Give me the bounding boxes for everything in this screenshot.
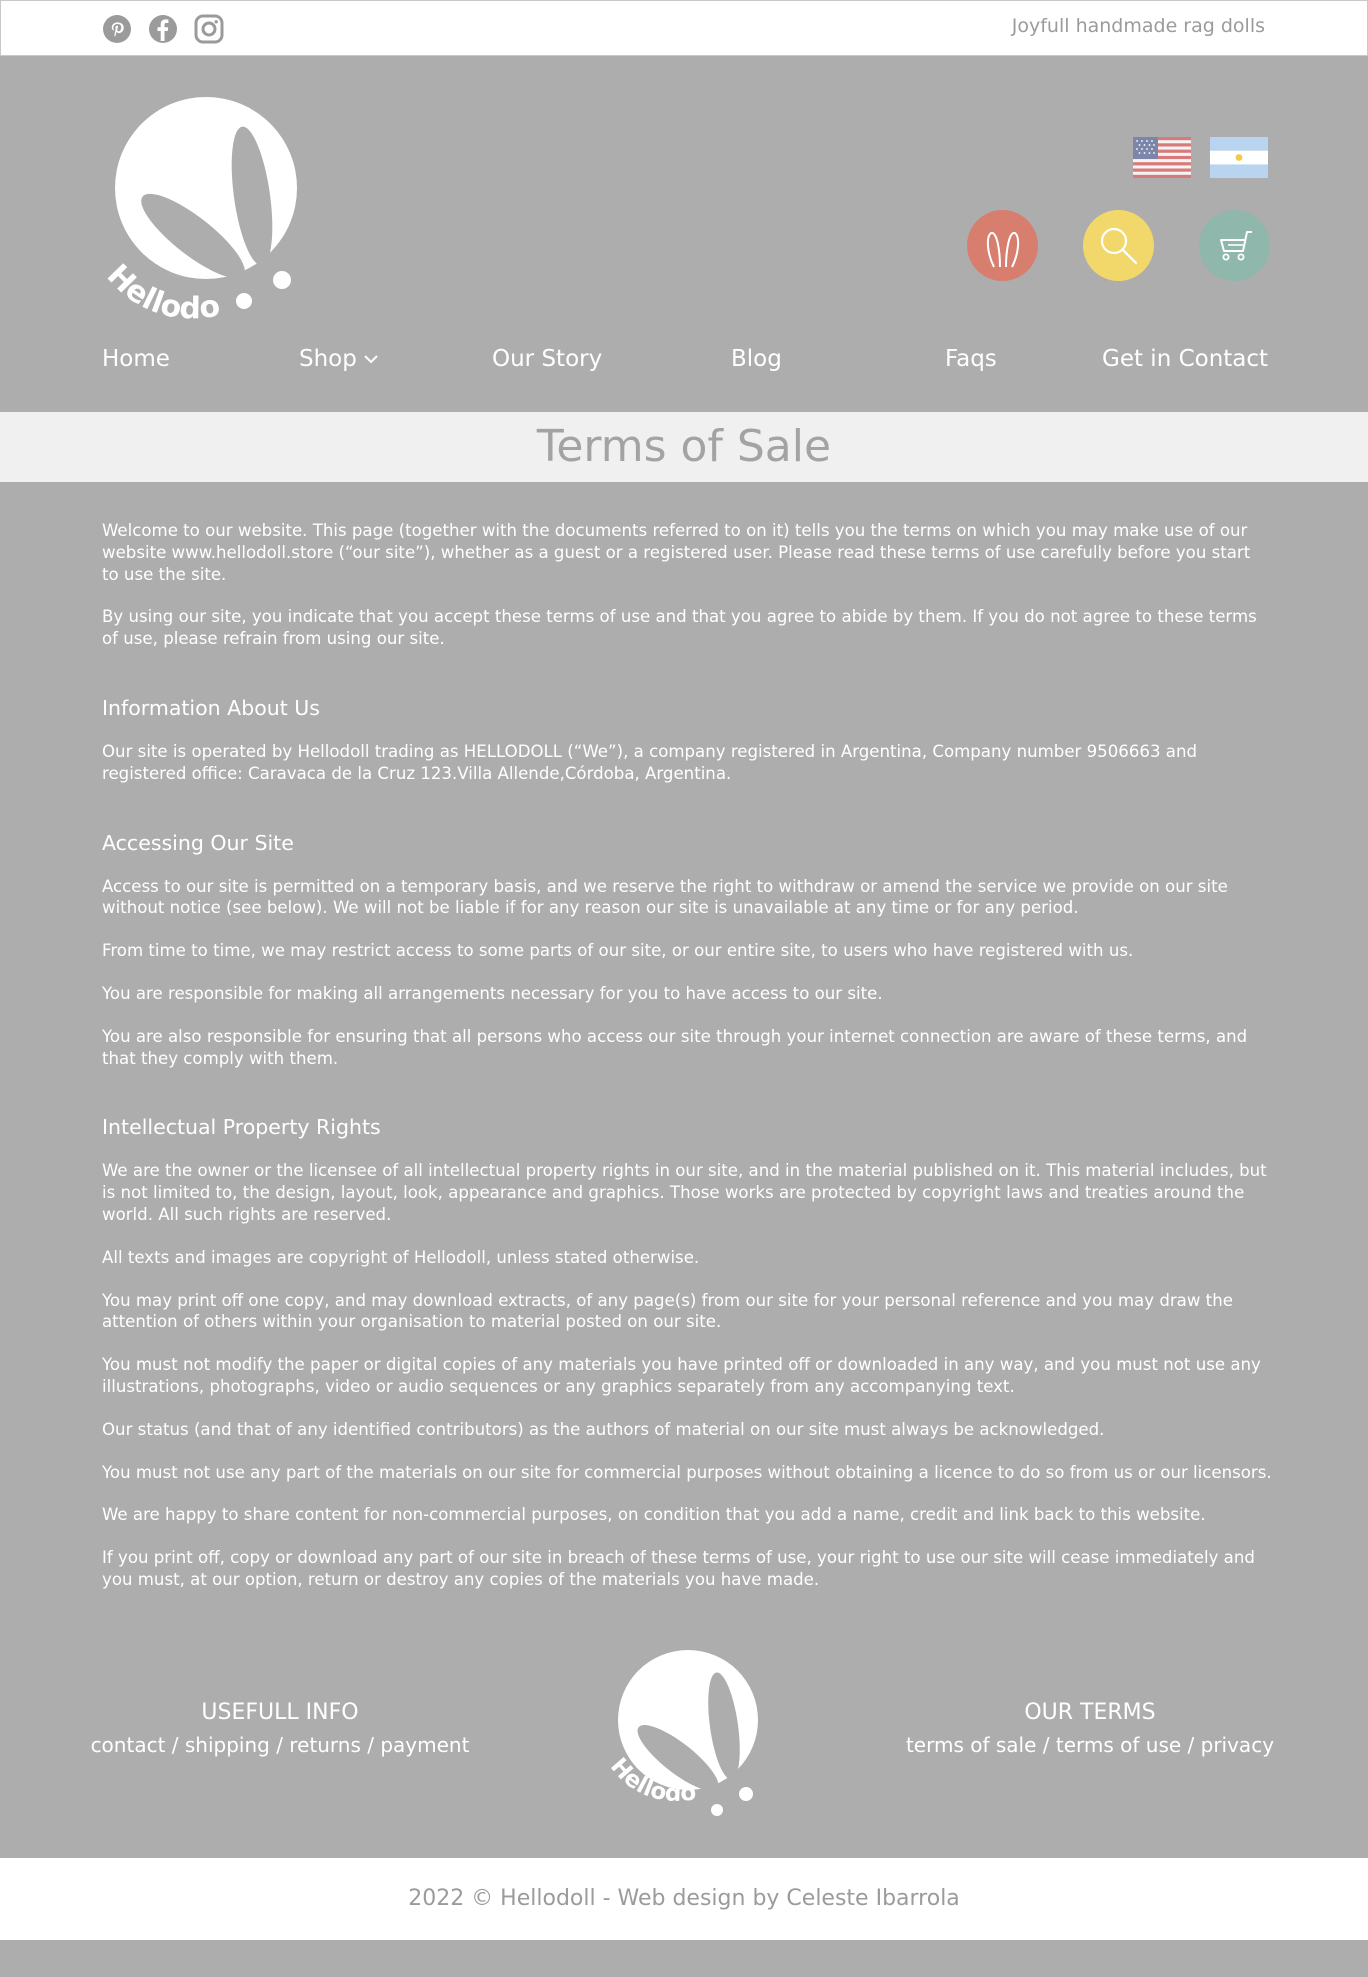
page-title: Terms of Sale (536, 421, 832, 472)
site-footer: USEFULL INFO contact / shipping / return… (0, 1628, 1368, 1856)
footer-our-terms: OUR TERMS terms of sale / terms of use /… (880, 1700, 1300, 1757)
site-header: Hellodoll (0, 56, 1368, 412)
instagram-icon[interactable] (194, 14, 224, 44)
section-paragraph: We are the owner or the licensee of all … (102, 1161, 1267, 1224)
link-separator: / (1181, 1733, 1201, 1757)
footer-our-terms-links: terms of sale / terms of use / privacy (880, 1733, 1300, 1757)
section-paragraph: You must not use any part of the materia… (102, 1462, 1272, 1482)
section-paragraph: Access to our site is permitted on a tem… (102, 876, 1228, 918)
search-button[interactable] (1083, 210, 1154, 281)
section-paragraph: You are also responsible for ensuring th… (102, 1026, 1248, 1068)
search-icon (1100, 227, 1137, 264)
bunny-ears-icon (986, 231, 1019, 267)
link-separator: / (269, 1733, 290, 1757)
section-paragraph: If you print off, copy or download any p… (102, 1548, 1255, 1589)
intro-paragraph: By using our site, you indicate that you… (102, 607, 1257, 649)
hellodoll-footer-logo[interactable]: Hellodoll (600, 1628, 764, 1830)
footer-useful-info-title: USEFULL INFO (201, 1700, 359, 1725)
tagline: Joyfull handmade rag dolls (1011, 15, 1265, 37)
nav-item-get-in-contact[interactable]: Get in Contact (1102, 346, 1268, 372)
social-links (102, 14, 224, 44)
section-paragraph: You may print off one copy, and may down… (102, 1290, 1233, 1332)
nav-item-faqs[interactable]: Faqs (945, 346, 997, 372)
footer-useful-info: USEFULL INFO contact / shipping / return… (80, 1700, 480, 1757)
usa-flag-icon[interactable] (1133, 137, 1191, 178)
nav-item-shop[interactable]: Shop (299, 346, 379, 372)
footer-link-returns[interactable]: returns (289, 1733, 361, 1757)
link-separator: / (360, 1733, 381, 1757)
section-paragraph: Our site is operated by Hellodoll tradin… (102, 741, 1198, 783)
cart-icon (1219, 230, 1252, 260)
chevron-down-icon (364, 355, 378, 364)
section-paragraph: You must not modify the paper or digital… (102, 1355, 1261, 1396)
section-paragraph: We are happy to share content for non-co… (102, 1505, 1206, 1525)
section-paragraph: Our status (and that of any identified c… (102, 1419, 1105, 1439)
footer-link-privacy[interactable]: privacy (1201, 1733, 1274, 1757)
link-separator: / (165, 1733, 185, 1757)
header-actions (967, 210, 1270, 281)
copyright-text: 2022 © Hellodoll - Web design by Celeste… (408, 1886, 960, 1911)
cart-button[interactable] (1199, 210, 1270, 281)
section-paragraph: All texts and images are copyright of He… (102, 1247, 700, 1267)
nav-item-home[interactable]: Home (102, 346, 170, 372)
account-button[interactable] (967, 210, 1038, 281)
pinterest-icon[interactable] (102, 14, 132, 44)
footer-link-contact[interactable]: contact (91, 1733, 166, 1757)
footer-link-terms-of-sale[interactable]: terms of sale (906, 1733, 1036, 1757)
main-nav: Home Shop Our Story Blog Faqs Get in Con… (0, 346, 1368, 382)
copyright-bar: 2022 © Hellodoll - Web design by Celeste… (0, 1858, 1368, 1940)
section-heading: Intellectual Property Rights (102, 1115, 381, 1140)
section-paragraph: You are responsible for making all arran… (102, 983, 883, 1003)
link-separator: / (1036, 1733, 1056, 1757)
nav-item-shop-label: Shop (299, 346, 357, 372)
nav-item-blog[interactable]: Blog (731, 346, 782, 372)
section-heading: Accessing Our Site (102, 830, 294, 855)
footer-link-shipping[interactable]: shipping (185, 1733, 270, 1757)
facebook-icon[interactable] (148, 14, 178, 44)
section-heading: Information About Us (102, 695, 320, 720)
nav-item-our-story[interactable]: Our Story (492, 346, 602, 372)
hellodoll-logo[interactable]: Hellodoll (93, 69, 298, 326)
section-paragraph: From time to time, we may restrict acces… (102, 941, 1134, 961)
footer-link-payment[interactable]: payment (380, 1733, 469, 1757)
argentina-flag-icon[interactable] (1210, 137, 1268, 178)
top-bar: Joyfull handmade rag dolls (0, 0, 1368, 56)
footer-link-terms-of-use[interactable]: terms of use (1056, 1733, 1181, 1757)
footer-our-terms-title: OUR TERMS (1024, 1700, 1156, 1725)
page-title-band: Terms of Sale (0, 412, 1368, 482)
intro-paragraph: Welcome to our website. This page (toget… (102, 521, 1251, 584)
terms-content: Welcome to our website. This page (toget… (102, 520, 1272, 1612)
language-switcher (1133, 137, 1268, 178)
footer-useful-info-links: contact / shipping / returns / payment (80, 1733, 480, 1757)
